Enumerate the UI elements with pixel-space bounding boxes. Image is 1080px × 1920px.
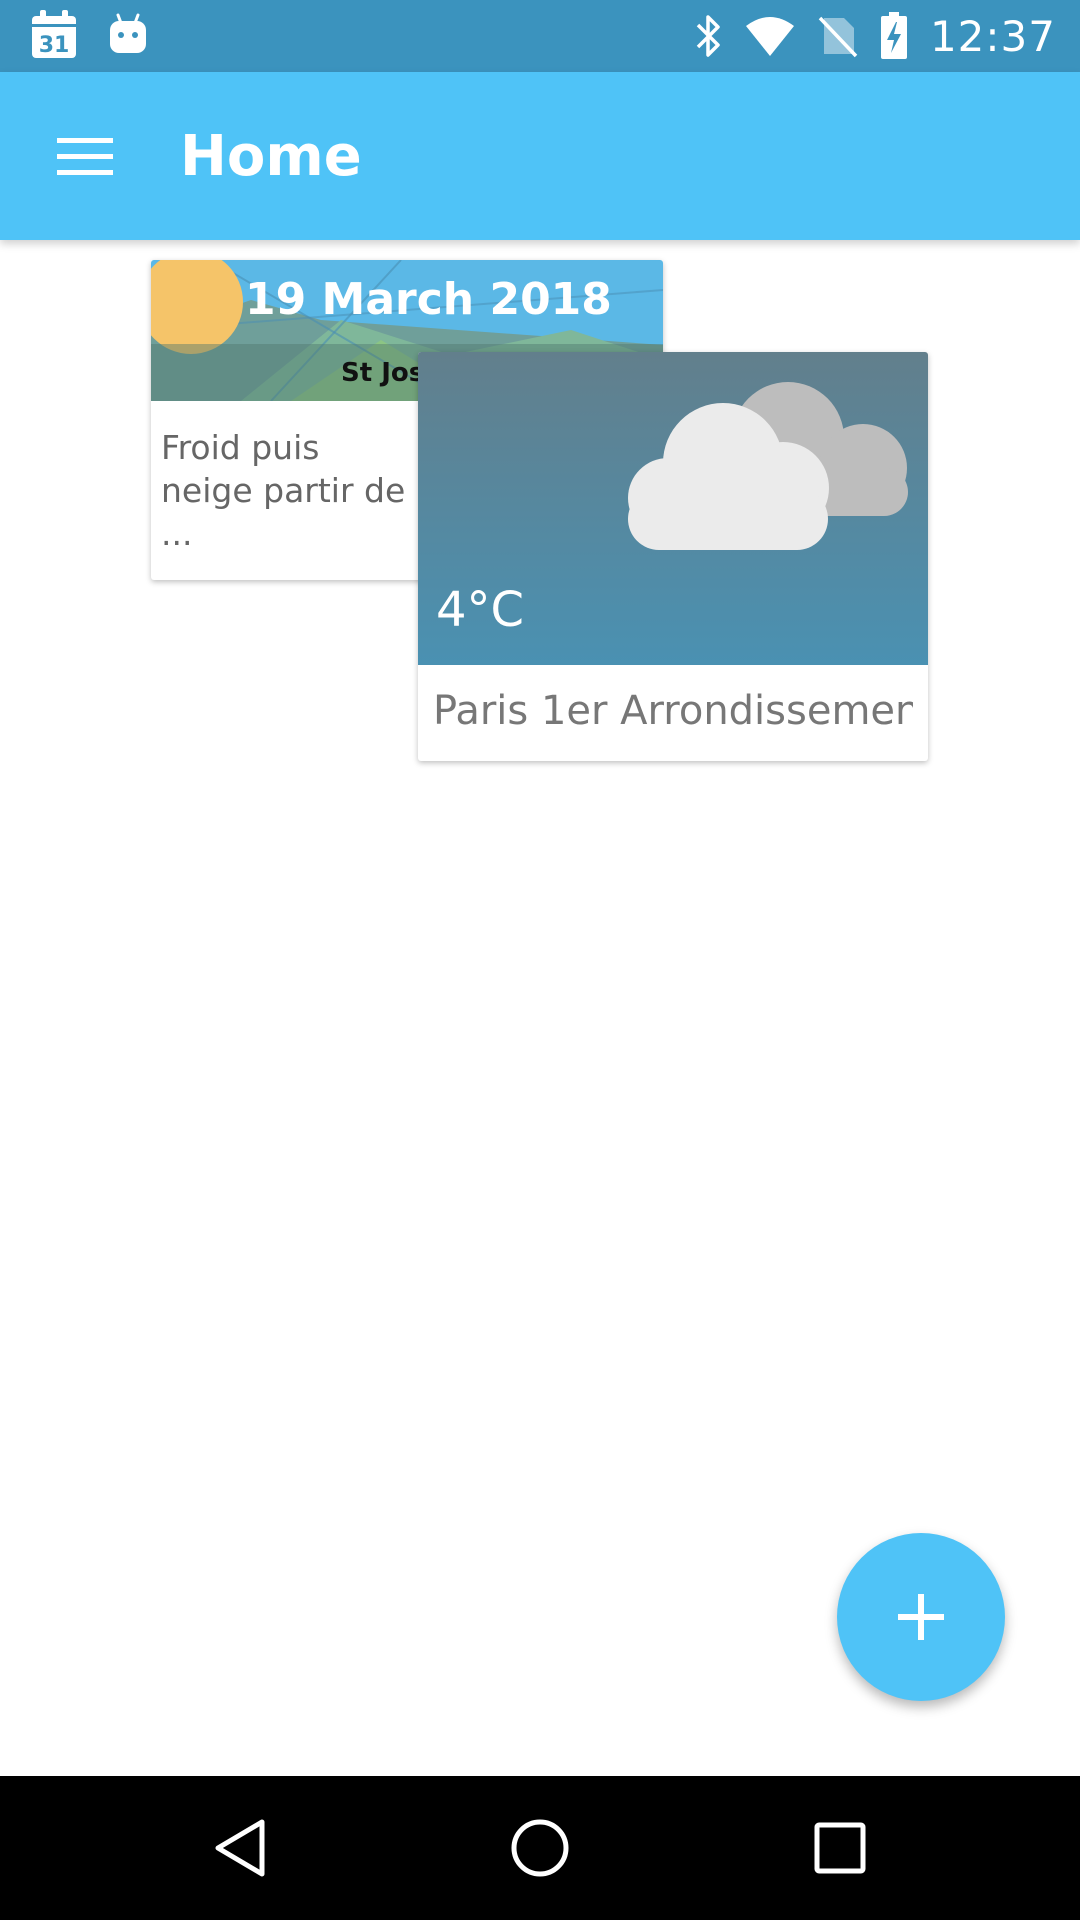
page-title: Home	[180, 124, 362, 189]
menu-icon	[57, 136, 113, 176]
add-button[interactable]	[837, 1533, 1005, 1701]
wifi-icon	[744, 16, 796, 56]
weather-card[interactable]: 4°C Paris 1er Arrondissemen..	[418, 352, 928, 761]
recents-icon	[814, 1822, 866, 1874]
system-icons: 12:37	[694, 0, 1056, 72]
calendar-day: 31	[39, 33, 70, 58]
plus-icon	[898, 1594, 944, 1640]
status-clock: 12:37	[929, 11, 1056, 61]
recents-button[interactable]	[790, 1798, 890, 1898]
weather-temperature: 4°C	[436, 582, 525, 638]
no-sim-icon	[818, 14, 858, 58]
weather-location: Paris 1er Arrondissemen..	[433, 688, 913, 734]
menu-button[interactable]	[40, 118, 130, 194]
calendar-icon: 31	[30, 10, 78, 60]
back-icon	[212, 1818, 268, 1878]
android-icon	[108, 13, 148, 57]
daily-saint: St Jos	[341, 358, 425, 388]
battery-charging-icon	[880, 12, 908, 60]
home-button[interactable]	[490, 1798, 590, 1898]
daily-forecast-text: Froid puis neige partir de ...	[161, 428, 406, 553]
notification-icons: 31	[30, 10, 148, 60]
home-icon	[510, 1818, 570, 1878]
status-bar: 31 12:37	[0, 0, 1080, 72]
weather-panel: 4°C	[418, 352, 928, 665]
cloud-icon	[618, 368, 918, 558]
daily-date: 19 March 2018	[245, 274, 612, 325]
navigation-bar	[0, 1776, 1080, 1920]
back-button[interactable]	[190, 1798, 290, 1898]
app-bar: Home	[0, 72, 1080, 240]
bluetooth-icon	[694, 13, 722, 59]
